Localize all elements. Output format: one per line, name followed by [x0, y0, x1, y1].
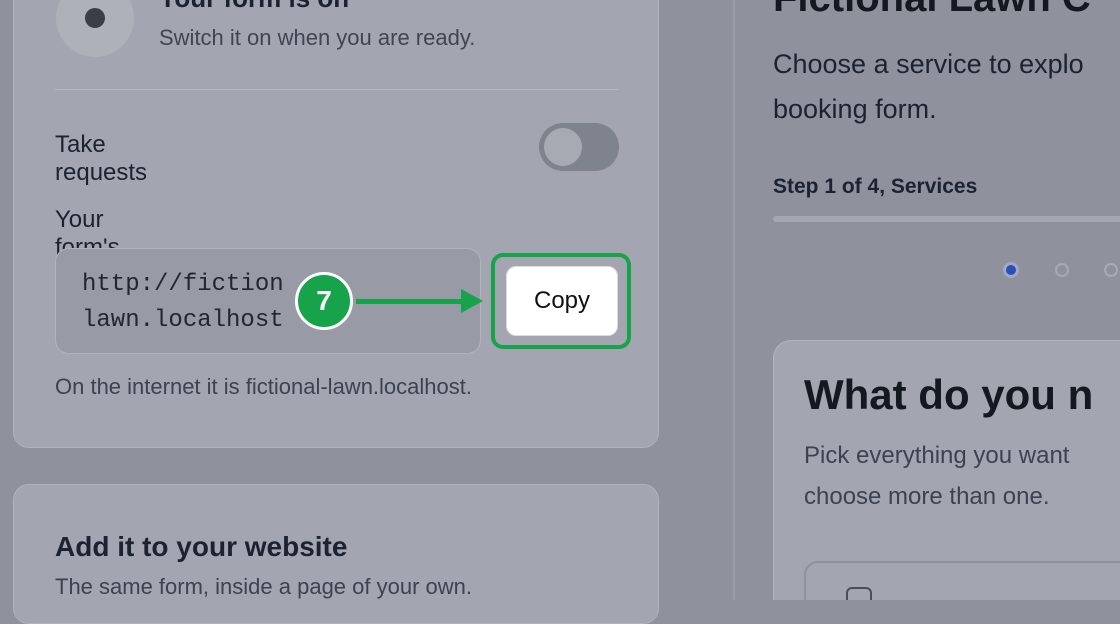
status-subtitle: Switch it on when you are ready. [159, 25, 476, 50]
step-dot [1055, 263, 1069, 277]
step-dot-active [1003, 262, 1019, 278]
form-status-card: Your form is on Switch it on when you ar… [13, 0, 659, 448]
copy-button[interactable]: Copy [506, 266, 618, 336]
toggle-knob [544, 128, 582, 166]
services-card: What do you n Pick everything you want c… [773, 340, 1120, 600]
checkbox-icon[interactable] [846, 587, 872, 600]
take-requests-toggle[interactable] [539, 123, 619, 171]
status-dot-icon [85, 8, 105, 28]
step-indicator-label: Step 1 of 4, Services [773, 175, 978, 198]
embed-subtitle: The same form, inside a page of your own… [55, 574, 472, 599]
step-dot [1104, 263, 1118, 277]
tutorial-arrow-icon [461, 289, 483, 313]
booking-form-preview: Fictional Lawn C Choose a service to exp… [733, 0, 1120, 600]
status-title: Your form is on [159, 0, 349, 14]
business-title: Fictional Lawn C [773, 0, 1091, 21]
services-question-subtitle: Pick everything you want choose more tha… [804, 442, 1070, 510]
take-requests-label: Take requests [55, 131, 148, 186]
step-progress-bar [773, 216, 1120, 222]
service-option[interactable] [804, 561, 1120, 600]
tutorial-arrow-line [356, 299, 466, 304]
services-question-title: What do you n [804, 371, 1094, 418]
embed-title: Add it to your website [55, 531, 348, 562]
divider [55, 89, 619, 90]
embed-card: Add it to your website The same form, in… [13, 484, 659, 624]
business-description: Choose a service to explo booking form. [773, 49, 1084, 124]
address-note: On the internet it is fictional-lawn.loc… [55, 374, 472, 399]
status-indicator [56, 0, 134, 57]
tutorial-step-badge: 7 [295, 272, 353, 330]
